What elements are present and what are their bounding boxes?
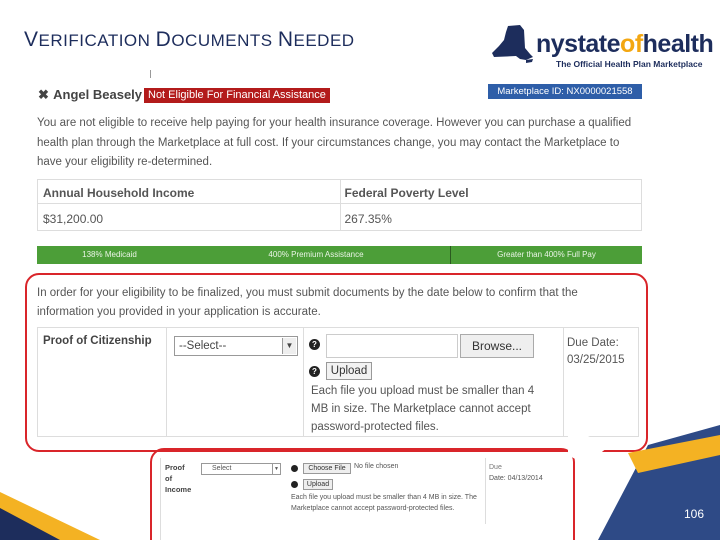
highlight-outline xyxy=(150,448,575,540)
page-number: 106 xyxy=(683,507,704,521)
marketplace-id-badge: Marketplace ID: NX0000021558 xyxy=(488,84,642,99)
nystateofhealth-logo: nystateofhealth The Official Health Plan… xyxy=(486,22,714,74)
decorative-corner-shape xyxy=(0,492,100,540)
title-part: NEEDED xyxy=(277,28,355,51)
applicant-name: ✖ Angel Beasely xyxy=(38,87,142,103)
fpl-column: Federal Poverty Level 267.35% xyxy=(339,180,641,230)
fpl-header: Federal Poverty Level xyxy=(339,186,641,204)
income-column: Annual Household Income $31,200.00 xyxy=(38,180,340,230)
income-value: $31,200.00 xyxy=(43,212,104,226)
divider xyxy=(150,70,151,78)
eligibility-message: You are not eligible to receive help pay… xyxy=(37,117,632,168)
logo-wordmark: nystateofhealth xyxy=(536,30,714,58)
fpl-bar: 138% Medicaid 400% Premium Assistance Gr… xyxy=(37,246,642,264)
fpl-bar-segment: 138% Medicaid xyxy=(82,250,137,259)
title-part: DOCUMENTS xyxy=(155,28,278,51)
eligibility-status-badge: Not Eligible For Financial Assistance xyxy=(144,88,330,103)
close-icon[interactable]: ✖ xyxy=(38,87,50,103)
highlight-outline xyxy=(25,273,648,452)
person-name: Angel Beasely xyxy=(53,87,143,102)
logo-tagline: The Official Health Plan Marketplace xyxy=(556,59,703,69)
decorative-corner-shape xyxy=(568,425,720,540)
fpl-bar-segment: Greater than 400% Full Pay xyxy=(450,246,642,264)
fpl-bar-segment: 400% Premium Assistance xyxy=(268,250,364,259)
fpl-value: 267.35% xyxy=(344,212,392,226)
new-york-state-icon xyxy=(492,25,533,63)
slide-title: VERIFICATION DOCUMENTS NEEDED xyxy=(24,28,355,52)
income-table: Annual Household Income $31,200.00 Feder… xyxy=(37,179,642,231)
title-part: VERIFICATION xyxy=(24,28,156,51)
income-header: Annual Household Income xyxy=(38,186,340,204)
